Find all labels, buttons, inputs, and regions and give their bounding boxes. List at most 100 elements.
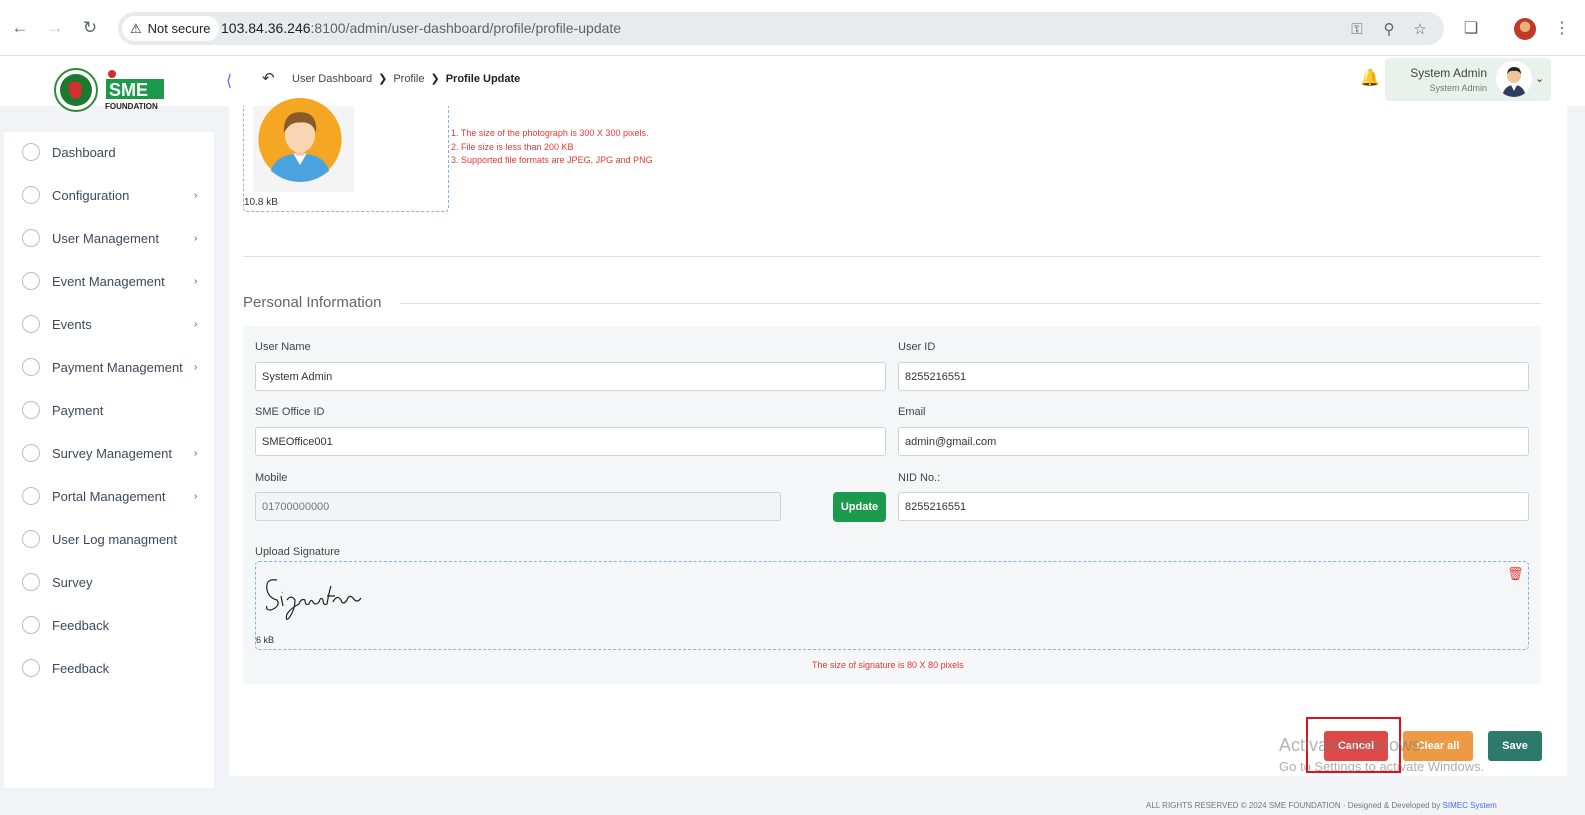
security-indicator[interactable]: ⚠ Not secure: [122, 16, 219, 41]
lock-icon: [22, 487, 40, 505]
sidebar-item[interactable]: Payment Management ›: [4, 349, 214, 385]
photo-rules: 1. The size of the photograph is 300 X 3…: [451, 128, 653, 165]
sidebar-item-label: Portal Management: [52, 488, 166, 504]
sidebar-item[interactable]: Configuration ›: [4, 177, 214, 213]
chevron-right-icon: ›: [194, 447, 198, 459]
signature-file-size: 6 kB: [256, 635, 275, 645]
user-id-input[interactable]: [898, 362, 1529, 391]
payment-icon: [22, 358, 40, 376]
photo-file-size: 10.8 kB: [244, 197, 278, 208]
activate-windows-watermark: Activate Windows: [1279, 735, 1422, 755]
sidebar-item[interactable]: Event Management ›: [4, 263, 214, 299]
sidebar-item-label: Survey: [52, 574, 93, 590]
payment-icon: [22, 401, 40, 419]
app-header: [0, 56, 1585, 106]
sidebar-item-label: Payment Management: [52, 359, 183, 375]
sidebar-item-label: User Log managment: [52, 531, 178, 547]
chevron-right-icon: ›: [194, 318, 198, 330]
notification-bell-icon[interactable]: 🔔: [1360, 68, 1380, 88]
pie-chart-icon: [22, 444, 40, 462]
save-button[interactable]: Save: [1488, 731, 1542, 761]
browser-menu-icon[interactable]: ⋮: [1550, 16, 1574, 40]
chevron-right-icon: ❯: [378, 73, 388, 85]
warning-icon: ⚠: [130, 20, 142, 36]
update-mobile-button[interactable]: Update: [833, 492, 886, 522]
reload-icon[interactable]: ↻: [78, 16, 102, 40]
breadcrumb: User Dashboard ❯ Profile ❯ Profile Updat…: [292, 72, 521, 86]
activate-windows-subtext: Go to Settings to activate Windows.: [1279, 759, 1485, 774]
sidebar-item[interactable]: Dashboard: [4, 134, 214, 170]
forward-arrow-icon[interactable]: →: [43, 16, 67, 40]
section-line: [400, 303, 1541, 304]
chevron-right-icon: ›: [194, 189, 198, 201]
sidebar-item-label: Event Management: [52, 273, 165, 289]
email-input[interactable]: [898, 427, 1529, 456]
profile-photo: [258, 97, 342, 182]
chevron-right-icon: ›: [194, 232, 198, 244]
chevron-down-icon: ⌄: [1535, 73, 1545, 85]
star-icon[interactable]: ☆: [1410, 19, 1430, 39]
sidebar-item[interactable]: Survey: [4, 564, 214, 600]
page-footer: ALL RIGHTS RESERVED © 2024 SME FOUNDATIO…: [1146, 801, 1497, 810]
sidebar-item-label: Configuration: [52, 187, 130, 203]
sidebar-item[interactable]: Feedback: [4, 650, 214, 686]
sidebar-item-label: Feedback: [52, 617, 110, 633]
breadcrumb-user-dashboard[interactable]: User Dashboard: [292, 73, 372, 85]
signature-image: [265, 579, 362, 620]
sidebar-collapse-icon[interactable]: ⟨: [226, 71, 232, 91]
payment-icon: [22, 530, 40, 548]
user-management-icon: [22, 229, 40, 247]
sidebar-item-label: Dashboard: [52, 144, 116, 160]
feedback-icon: [22, 616, 40, 634]
feedback-icon: [22, 659, 40, 677]
nid-input[interactable]: [898, 492, 1529, 521]
sidebar-item-label: Payment: [52, 402, 104, 418]
sidebar-item-label: User Management: [52, 230, 159, 246]
avatar: [1496, 61, 1532, 97]
sidebar-item[interactable]: User Log managment: [4, 521, 214, 557]
mobile-input[interactable]: [255, 492, 781, 521]
sidebar-item[interactable]: User Management ›: [4, 220, 214, 256]
sidebar-item[interactable]: Feedback: [4, 607, 214, 643]
sidebar-item[interactable]: Portal Management ›: [4, 478, 214, 514]
back-arrow-icon[interactable]: ←: [8, 16, 32, 40]
office-id-input[interactable]: [255, 427, 886, 456]
signature-upload-box[interactable]: [255, 561, 1529, 650]
signature-rule: The size of signature is 80 X 80 pixels: [812, 660, 964, 670]
email-label: Email: [898, 406, 926, 418]
url-text[interactable]: 103.84.36.246:8100/admin/user-dashboard/…: [221, 20, 621, 36]
breadcrumb-profile-update: Profile Update: [445, 72, 521, 85]
svg-text:FOUNDATION: FOUNDATION: [105, 102, 158, 111]
sidebar-item-label: Feedback: [52, 660, 110, 676]
user-name-input[interactable]: [255, 362, 886, 391]
user-id-label: User ID: [898, 341, 936, 353]
zoom-icon[interactable]: ⚲: [1379, 19, 1399, 39]
extensions-icon[interactable]: ❏: [1459, 16, 1483, 40]
configuration-icon: [22, 186, 40, 204]
mobile-label: Mobile: [255, 472, 288, 484]
browser-toolbar: ← → ↻ ⚠ Not secure 103.84.36.246:8100/ad…: [0, 0, 1585, 56]
office-id-label: SME Office ID: [255, 406, 325, 418]
pie-chart-icon: [22, 573, 40, 591]
sidebar-item[interactable]: Payment: [4, 392, 214, 428]
sme-foundation-logo: SME FOUNDATION: [54, 68, 164, 112]
chevron-right-icon: ›: [194, 361, 198, 373]
sidebar-item[interactable]: Survey Management ›: [4, 435, 214, 471]
section-title: Personal Information: [243, 294, 382, 311]
trash-icon[interactable]: 🗑: [1507, 566, 1524, 582]
signature-label: Upload Signature: [255, 546, 341, 558]
browser-profile-avatar[interactable]: [1514, 18, 1536, 40]
undo-back-icon[interactable]: ↶: [262, 69, 275, 87]
svg-text:SME: SME: [109, 80, 148, 100]
nid-label: NID No.:: [898, 472, 941, 484]
sidebar-item[interactable]: Events ›: [4, 306, 214, 342]
key-icon[interactable]: ⚿: [1347, 19, 1367, 39]
user-menu[interactable]: System Admin System Admin ⌄: [1385, 58, 1551, 101]
divider: [243, 256, 1541, 257]
chevron-right-icon: ❯: [430, 73, 440, 85]
breadcrumb-profile[interactable]: Profile: [393, 73, 424, 85]
address-bar[interactable]: ⚠ Not secure 103.84.36.246:8100/admin/us…: [118, 12, 1444, 45]
user-name: System Admin: [1410, 66, 1487, 80]
user-name-label: User Name: [255, 341, 311, 353]
sidebar-item-label: Survey Management: [52, 445, 172, 461]
